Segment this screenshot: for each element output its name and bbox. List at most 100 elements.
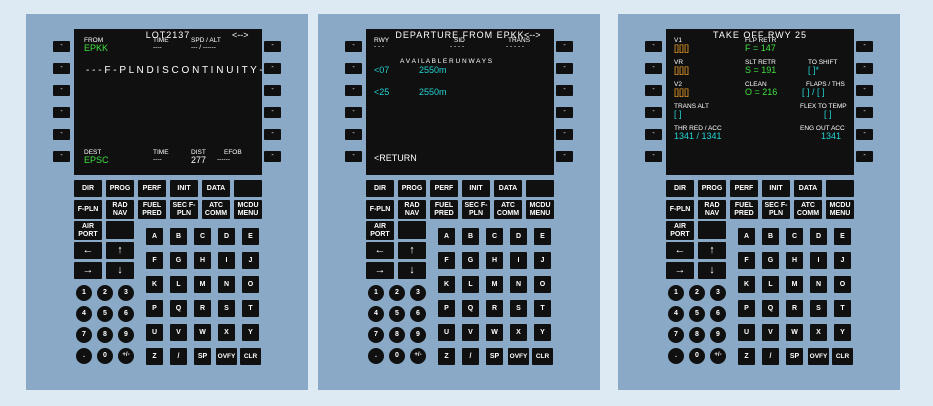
- alpha-key-n[interactable]: N: [810, 276, 827, 293]
- fn-key-atc-comm[interactable]: ATC COMM: [494, 200, 522, 219]
- lsk-left-5[interactable]: -: [645, 129, 662, 140]
- alpha-key-w[interactable]: W: [786, 324, 803, 341]
- alpha-key-r[interactable]: R: [486, 300, 503, 317]
- num-key-3[interactable]: 3: [118, 285, 134, 301]
- num-key-blank[interactable]: .: [668, 348, 684, 364]
- alpha-key-u[interactable]: U: [146, 324, 163, 341]
- alpha-key-ovfy[interactable]: OVFY: [508, 348, 529, 365]
- alpha-key-blank[interactable]: /: [170, 348, 187, 365]
- alpha-key-g[interactable]: G: [762, 252, 779, 269]
- alpha-key-i[interactable]: I: [810, 252, 827, 269]
- num-key-0[interactable]: 0: [389, 348, 405, 364]
- arrow-right-key[interactable]: →: [366, 262, 394, 279]
- lsk-right-2[interactable]: -: [856, 63, 873, 74]
- alpha-key-t[interactable]: T: [534, 300, 551, 317]
- alpha-key-j[interactable]: J: [534, 252, 551, 269]
- fn-key-f-pln[interactable]: F-PLN: [366, 200, 394, 219]
- alpha-key-k[interactable]: K: [146, 276, 163, 293]
- lsk-left-6[interactable]: -: [345, 151, 362, 162]
- alpha-key-clr[interactable]: CLR: [832, 348, 853, 365]
- num-key-7[interactable]: 7: [368, 327, 384, 343]
- num-key-8[interactable]: 8: [97, 327, 113, 343]
- arrow-left-key[interactable]: ←: [366, 242, 394, 259]
- num-key-4[interactable]: 4: [368, 306, 384, 322]
- alpha-key-p[interactable]: P: [146, 300, 163, 317]
- alpha-key-s[interactable]: S: [218, 300, 235, 317]
- alpha-key-i[interactable]: I: [218, 252, 235, 269]
- fn-key-sec-f-pln[interactable]: SEC F-PLN: [170, 200, 198, 219]
- lsk-right-1[interactable]: -: [264, 41, 281, 52]
- alpha-key-b[interactable]: B: [462, 228, 479, 245]
- fn-key-blank-2[interactable]: [398, 221, 426, 239]
- fn-key-mcdu-menu[interactable]: MCDU MENU: [526, 200, 554, 219]
- num-key-blank[interactable]: .: [76, 348, 92, 364]
- alpha-key-sp[interactable]: SP: [486, 348, 503, 365]
- fn-key-blank-2[interactable]: [106, 221, 134, 239]
- alpha-key-y[interactable]: Y: [534, 324, 551, 341]
- alpha-key-v[interactable]: V: [170, 324, 187, 341]
- num-key-3[interactable]: 3: [410, 285, 426, 301]
- fn-key-atc-comm[interactable]: ATC COMM: [202, 200, 230, 219]
- alpha-key-w[interactable]: W: [194, 324, 211, 341]
- num-key-9[interactable]: 9: [118, 327, 134, 343]
- alpha-key-z[interactable]: Z: [738, 348, 755, 365]
- lsk-left-5[interactable]: -: [345, 129, 362, 140]
- alpha-key-l[interactable]: L: [762, 276, 779, 293]
- alpha-key-blank[interactable]: /: [762, 348, 779, 365]
- alpha-key-f[interactable]: F: [738, 252, 755, 269]
- fn-key-perf[interactable]: PERF: [138, 180, 166, 197]
- lsk-right-4[interactable]: -: [556, 107, 573, 118]
- alpha-key-g[interactable]: G: [462, 252, 479, 269]
- fn-key-perf[interactable]: PERF: [430, 180, 458, 197]
- alpha-key-q[interactable]: Q: [762, 300, 779, 317]
- alpha-key-j[interactable]: J: [242, 252, 259, 269]
- num-key-8[interactable]: 8: [389, 327, 405, 343]
- fn-key-blank-2[interactable]: [698, 221, 726, 239]
- alpha-key-d[interactable]: D: [218, 228, 235, 245]
- fn-key-dir[interactable]: DIR: [666, 180, 694, 197]
- fn-key-blank[interactable]: [234, 180, 262, 197]
- lsk-right-4[interactable]: -: [264, 107, 281, 118]
- lsk-right-6[interactable]: -: [556, 151, 573, 162]
- lsk-right-6[interactable]: -: [264, 151, 281, 162]
- arrow-up-key[interactable]: ↑: [698, 242, 726, 259]
- num-key-0[interactable]: 0: [97, 348, 113, 364]
- arrow-down-key[interactable]: ↓: [398, 262, 426, 279]
- alpha-key-x[interactable]: X: [510, 324, 527, 341]
- fn-key-mcdu-menu[interactable]: MCDU MENU: [826, 200, 854, 219]
- lsk-right-3[interactable]: -: [856, 85, 873, 96]
- num-key-6[interactable]: 6: [118, 306, 134, 322]
- num-key-4[interactable]: 4: [668, 306, 684, 322]
- alpha-key-t[interactable]: T: [834, 300, 851, 317]
- lsk-right-6[interactable]: -: [856, 151, 873, 162]
- alpha-key-e[interactable]: E: [834, 228, 851, 245]
- fn-key-perf[interactable]: PERF: [730, 180, 758, 197]
- alpha-key-y[interactable]: Y: [242, 324, 259, 341]
- alpha-key-m[interactable]: M: [194, 276, 211, 293]
- num-key-plus-minus[interactable]: +/-: [710, 348, 726, 364]
- alpha-key-k[interactable]: K: [738, 276, 755, 293]
- num-key-2[interactable]: 2: [389, 285, 405, 301]
- fn-key-dir[interactable]: DIR: [74, 180, 102, 197]
- alpha-key-q[interactable]: Q: [170, 300, 187, 317]
- num-key-7[interactable]: 7: [76, 327, 92, 343]
- alpha-key-o[interactable]: O: [534, 276, 551, 293]
- lsk-left-2[interactable]: -: [645, 63, 662, 74]
- arrow-down-key[interactable]: ↓: [106, 262, 134, 279]
- arrow-up-key[interactable]: ↑: [106, 242, 134, 259]
- num-key-7[interactable]: 7: [668, 327, 684, 343]
- arrow-right-key[interactable]: →: [74, 262, 102, 279]
- alpha-key-d[interactable]: D: [510, 228, 527, 245]
- alpha-key-j[interactable]: J: [834, 252, 851, 269]
- fn-key-data[interactable]: DATA: [794, 180, 822, 197]
- arrow-left-key[interactable]: ←: [666, 242, 694, 259]
- alpha-key-o[interactable]: O: [834, 276, 851, 293]
- alpha-key-h[interactable]: H: [194, 252, 211, 269]
- fn-key-dir[interactable]: DIR: [366, 180, 394, 197]
- alpha-key-p[interactable]: P: [438, 300, 455, 317]
- alpha-key-sp[interactable]: SP: [194, 348, 211, 365]
- lsk-left-3[interactable]: -: [345, 85, 362, 96]
- num-key-9[interactable]: 9: [410, 327, 426, 343]
- lsk-left-3[interactable]: -: [645, 85, 662, 96]
- alpha-key-u[interactable]: U: [738, 324, 755, 341]
